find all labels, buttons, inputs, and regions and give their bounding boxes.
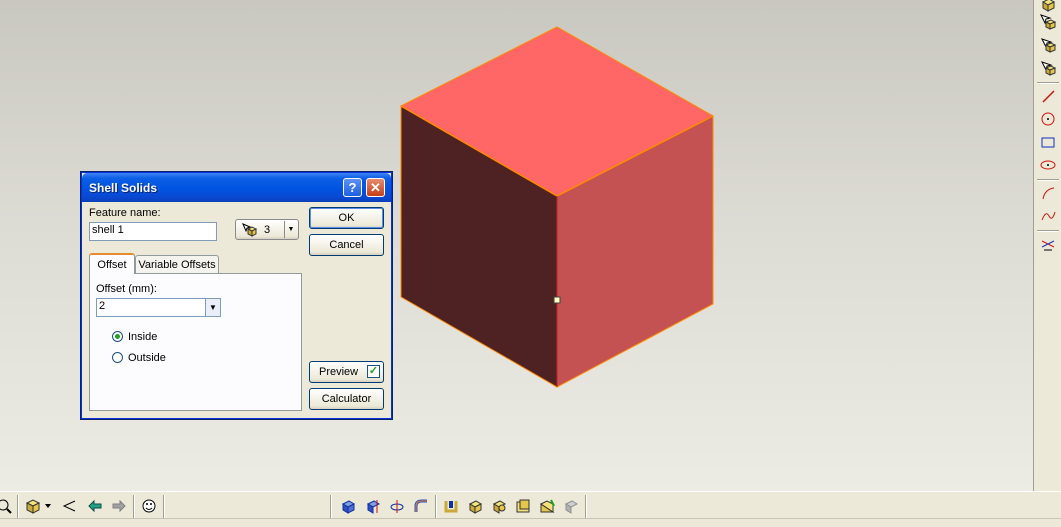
outside-radio[interactable] [112,352,123,363]
inside-label[interactable]: Inside [128,331,157,343]
help-button[interactable]: ? [343,178,362,197]
help-icon: ? [348,180,357,195]
offset-label: Offset (mm): [96,283,157,295]
tab-variable-offsets[interactable]: Variable Offsets [135,255,219,274]
preview-label: Preview [319,366,359,378]
disabled-icon [561,496,581,516]
sweep-icon[interactable] [411,496,431,516]
face-count: 3 [264,223,271,236]
select-edge-icon[interactable] [1038,35,1058,55]
feature-name-input[interactable]: shell 1 [89,222,217,241]
dialog-title: Shell Solids [89,181,158,195]
feature-name-label: Feature name: [89,207,161,219]
trim-icon[interactable] [1038,234,1058,254]
chevron-down-icon[interactable] [41,496,55,516]
close-button[interactable]: ✕ [366,178,385,197]
block-icon[interactable] [513,496,533,516]
calculator-button[interactable]: Calculator [309,388,384,410]
rectangle-icon[interactable] [1038,132,1058,152]
line-icon[interactable] [1038,86,1058,106]
preview-button[interactable]: Preview ✓ [309,361,384,383]
face-select-dropdown[interactable]: 3 ▼ [235,219,299,240]
cancel-button[interactable]: Cancel [309,234,384,256]
preview-checkbox[interactable]: ✓ [367,365,380,378]
select-face-icon [242,222,258,237]
offset-tab-panel: Offset (mm): 2 ▼ Inside Outside [89,273,302,411]
arc-icon[interactable] [1038,183,1058,203]
outside-label[interactable]: Outside [128,352,166,364]
tab-offset[interactable]: Offset [89,253,135,274]
inside-radio[interactable] [112,331,123,342]
cylinder-icon[interactable] [489,496,509,516]
ok-button[interactable]: OK [309,207,384,229]
chevron-down-icon: ▼ [284,221,297,238]
offset-input[interactable]: 2 ▼ [96,298,221,317]
view-cube-icon[interactable] [23,496,43,516]
move-icon[interactable] [387,496,407,516]
ellipse-icon[interactable] [1038,155,1058,175]
shell-icon[interactable] [441,496,461,516]
edge-handle[interactable] [553,296,561,304]
forward-arrow-icon[interactable] [109,496,129,516]
chevron-down-icon[interactable]: ▼ [205,299,220,316]
extrude-icon[interactable] [338,496,358,516]
look-at-icon[interactable] [59,496,79,516]
select-solid-icon[interactable] [1038,12,1058,32]
offset-value: 2 [99,300,106,312]
select-body-icon[interactable] [1038,58,1058,78]
wedge-icon[interactable] [537,496,557,516]
shell-solids-dialog: Shell Solids ? ✕ Feature name: shell 1 3… [81,172,392,419]
smiley-icon[interactable] [139,496,159,516]
zoom-icon[interactable] [0,496,14,516]
spline-icon[interactable] [1038,206,1058,226]
right-toolbar [1033,0,1061,491]
circle-icon[interactable] [1038,109,1058,129]
box-icon[interactable] [465,496,485,516]
close-icon: ✕ [370,179,381,195]
back-arrow-icon[interactable] [85,496,105,516]
revolve-icon[interactable] [363,496,383,516]
dialog-titlebar[interactable]: Shell Solids ? ✕ [82,173,391,202]
